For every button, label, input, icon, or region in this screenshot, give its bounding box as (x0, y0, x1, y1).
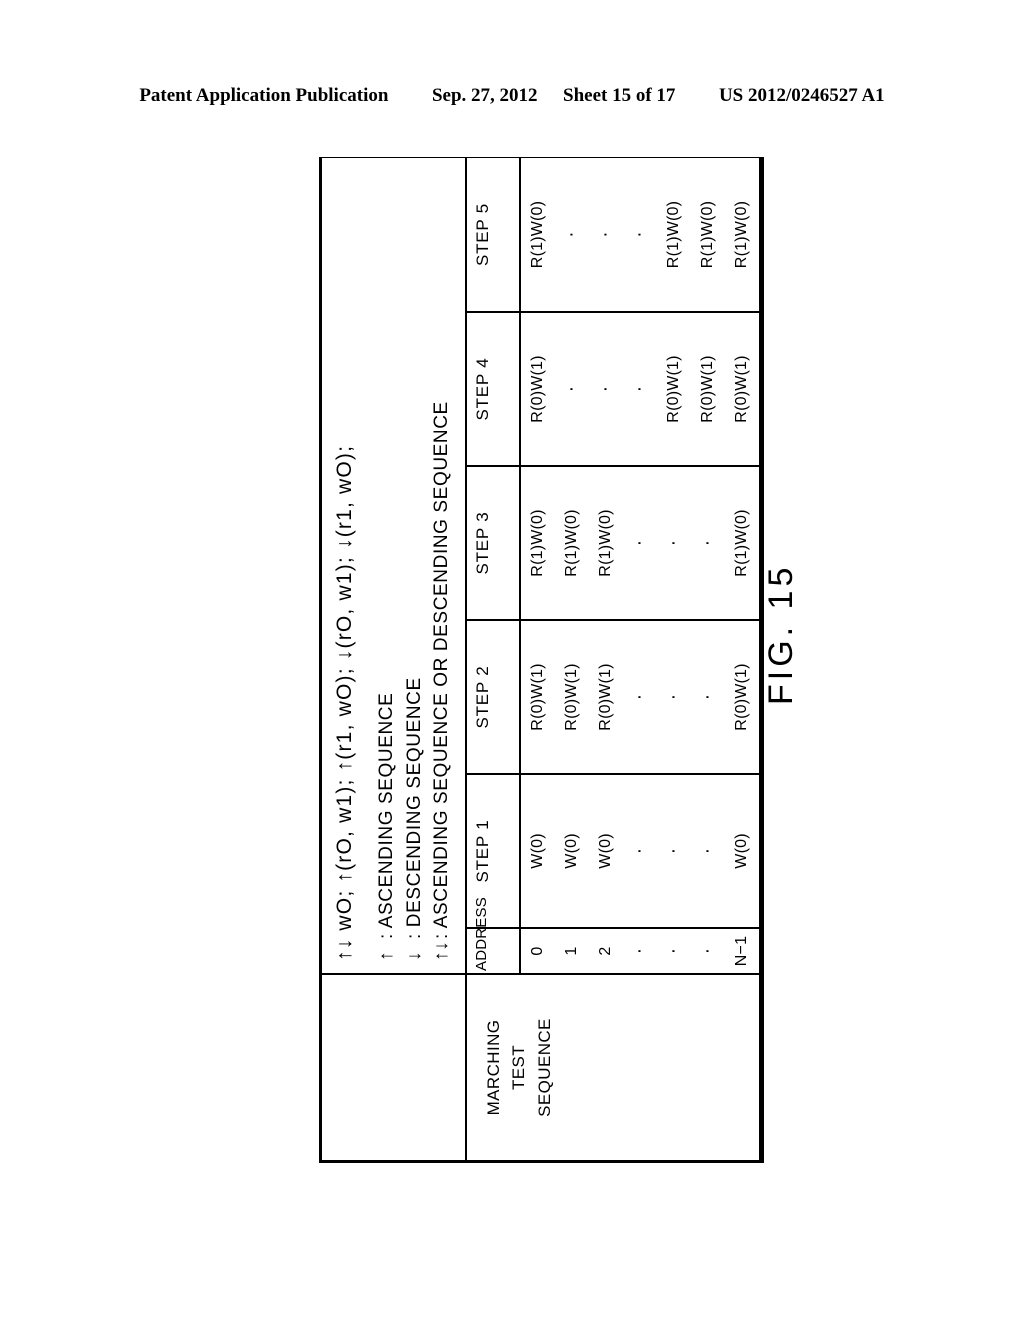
figure-label: FIG. 15 (762, 563, 800, 705)
marching-label-line-3: SEQUENCE (534, 1018, 554, 1117)
step-3-cell-2: R(1)W(0) (596, 509, 614, 577)
step-3-cell-1: R(1)W(0) (562, 509, 580, 577)
step-column-5-body: R(1)W(0) · · · R(1)W(0) R(1)W(0) R(1)W(0… (519, 158, 760, 312)
step-column-1-body: W(0) W(0) W(0) · · · W(0) (519, 774, 760, 928)
step-2-cell-4: · (662, 693, 684, 701)
legend-text-ascending: : ASCENDING SEQUENCE (376, 692, 398, 939)
up-arrow-icon: ↑ (376, 950, 398, 961)
legend-row: ↑↓ wO; ↑(rO, w1); ↑(r1, wO); ↓(rO, w1); … (322, 158, 466, 1160)
step-4-cell-2: · (594, 385, 616, 393)
address-stack: 0 1 2 · · · N−1 (521, 929, 759, 973)
legend-line-ascending: ↑ : ASCENDING SEQUENCE (373, 168, 401, 961)
step-4-cell-5: R(0)W(1) (698, 355, 716, 423)
table-grid: ↑↓ wO; ↑(rO, w1); ↑(r1, wO); ↓(rO, w1); … (322, 158, 761, 1160)
legend-cell: ↑↓ wO; ↑(rO, w1); ↑(r1, wO); ↓(rO, w1); … (322, 158, 466, 974)
step-3-cell-5: · (696, 539, 718, 547)
marching-label-line-2: TEST (509, 1044, 529, 1091)
step-header-5: STEP 5 (465, 158, 520, 312)
address-ellipsis-1: · (628, 947, 650, 955)
step-2-cell-0: R(0)W(1) (528, 663, 546, 731)
step-column-2-body: R(0)W(1) R(0)W(1) R(0)W(1) · · · R(0)W(1… (519, 620, 760, 774)
step-3-cell-3: · (628, 539, 650, 547)
step-4-cell-0: R(0)W(1) (528, 355, 546, 423)
address-value-2: 2 (596, 946, 614, 956)
down-arrow-icon: ↓ (403, 950, 425, 961)
step-1-cell-1: W(0) (562, 833, 580, 869)
step-5-cell-3: · (628, 231, 650, 238)
step-2-cell-3: · (628, 693, 650, 701)
legend-spacer-cell (322, 974, 466, 1160)
step-column-4-body: R(0)W(1) · · · R(0)W(1) R(0)W(1) R(0)W(1… (519, 312, 760, 466)
step-3-cell-6: R(1)W(0) (732, 509, 750, 577)
marching-sequence-formula: ↑↓ wO; ↑(rO, w1); ↑(r1, wO); ↓(rO, w1); … (333, 444, 356, 961)
header-row: MARCHING TEST SEQUENCE ADDRESS STEP 1 ST… (465, 158, 760, 1160)
step-column-3-body: R(1)W(0) R(1)W(0) R(1)W(0) · · · R(1)W(0… (519, 466, 760, 620)
figure-stage: FIG. 15 ↑↓ wO; ↑(rO, w1); ↑(r1, wO); ↓(r… (0, 0, 1024, 1320)
step-3-cell-0: R(1)W(0) (528, 509, 546, 577)
step-header-3: STEP 3 (465, 466, 520, 620)
step-1-cell-6: W(0) (732, 833, 750, 869)
step-4-stack: R(0)W(1) · · · R(0)W(1) R(0)W(1) R(0)W(1… (521, 313, 759, 465)
step-5-stack: R(1)W(0) · · · R(1)W(0) R(1)W(0) R(1)W(0… (521, 158, 759, 311)
up-down-arrow-icon: ↑↓ (431, 940, 453, 961)
step-1-cell-0: W(0) (528, 833, 546, 869)
step-1-cell-2: W(0) (596, 833, 614, 869)
legend-line-descending: ↓ : DESCENDING SEQUENCE (401, 168, 429, 961)
step-4-cell-1: · (560, 385, 582, 393)
address-ellipsis-2: · (662, 947, 684, 955)
step-2-cell-6: R(0)W(1) (732, 663, 750, 731)
step-3-stack: R(1)W(0) R(1)W(0) R(1)W(0) · · · R(1)W(0… (521, 467, 759, 619)
marching-test-sequence-label: MARCHING TEST SEQUENCE (465, 974, 760, 1160)
step-5-cell-4: R(1)W(0) (664, 200, 682, 269)
address-column-header: ADDRESS (465, 897, 520, 974)
address-column-body: 0 1 2 · · · N−1 (519, 928, 760, 974)
step-5-cell-2: · (594, 231, 616, 238)
step-1-cell-3: · (628, 847, 650, 855)
step-5-cell-5: R(1)W(0) (698, 200, 716, 269)
step-4-cell-6: R(0)W(1) (732, 355, 750, 423)
legend-text-descending: : DESCENDING SEQUENCE (403, 677, 425, 939)
step-5-cell-1: · (560, 231, 582, 238)
step-1-cell-5: · (696, 847, 718, 855)
legend-text-either: : ASCENDING SEQUENCE OR DESCENDING SEQUE… (431, 401, 453, 939)
step-2-cell-1: R(0)W(1) (562, 663, 580, 731)
address-value-last: N−1 (732, 935, 750, 967)
figure-rotated-canvas: FIG. 15 ↑↓ wO; ↑(rO, w1); ↑(r1, wO); ↓(r… (294, 145, 854, 1175)
step-2-cell-2: R(0)W(1) (596, 663, 614, 731)
step-1-stack: W(0) W(0) W(0) · · · W(0) (521, 775, 759, 927)
step-3-cell-4: · (662, 539, 684, 547)
marching-label-line-1: MARCHING (483, 1019, 503, 1116)
address-value-1: 1 (562, 946, 580, 956)
step-2-cell-5: · (696, 693, 718, 701)
address-ellipsis-3: · (696, 947, 718, 955)
step-2-stack: R(0)W(1) R(0)W(1) R(0)W(1) · · · R(0)W(1… (521, 621, 759, 773)
address-value-0: 0 (528, 946, 546, 956)
step-4-cell-4: R(0)W(1) (664, 355, 682, 423)
step-1-cell-4: · (662, 847, 684, 855)
step-header-2: STEP 2 (465, 620, 520, 774)
step-header-4: STEP 4 (465, 312, 520, 466)
step-5-cell-6: R(1)W(0) (732, 200, 750, 269)
step-5-cell-0: R(1)W(0) (528, 200, 546, 269)
step-4-cell-3: · (628, 385, 650, 393)
legend-line-either: ↑↓: ASCENDING SEQUENCE OR DESCENDING SEQ… (428, 168, 456, 961)
marching-test-sequence-table: ↑↓ wO; ↑(rO, w1); ↑(r1, wO); ↓(rO, w1); … (319, 157, 764, 1163)
